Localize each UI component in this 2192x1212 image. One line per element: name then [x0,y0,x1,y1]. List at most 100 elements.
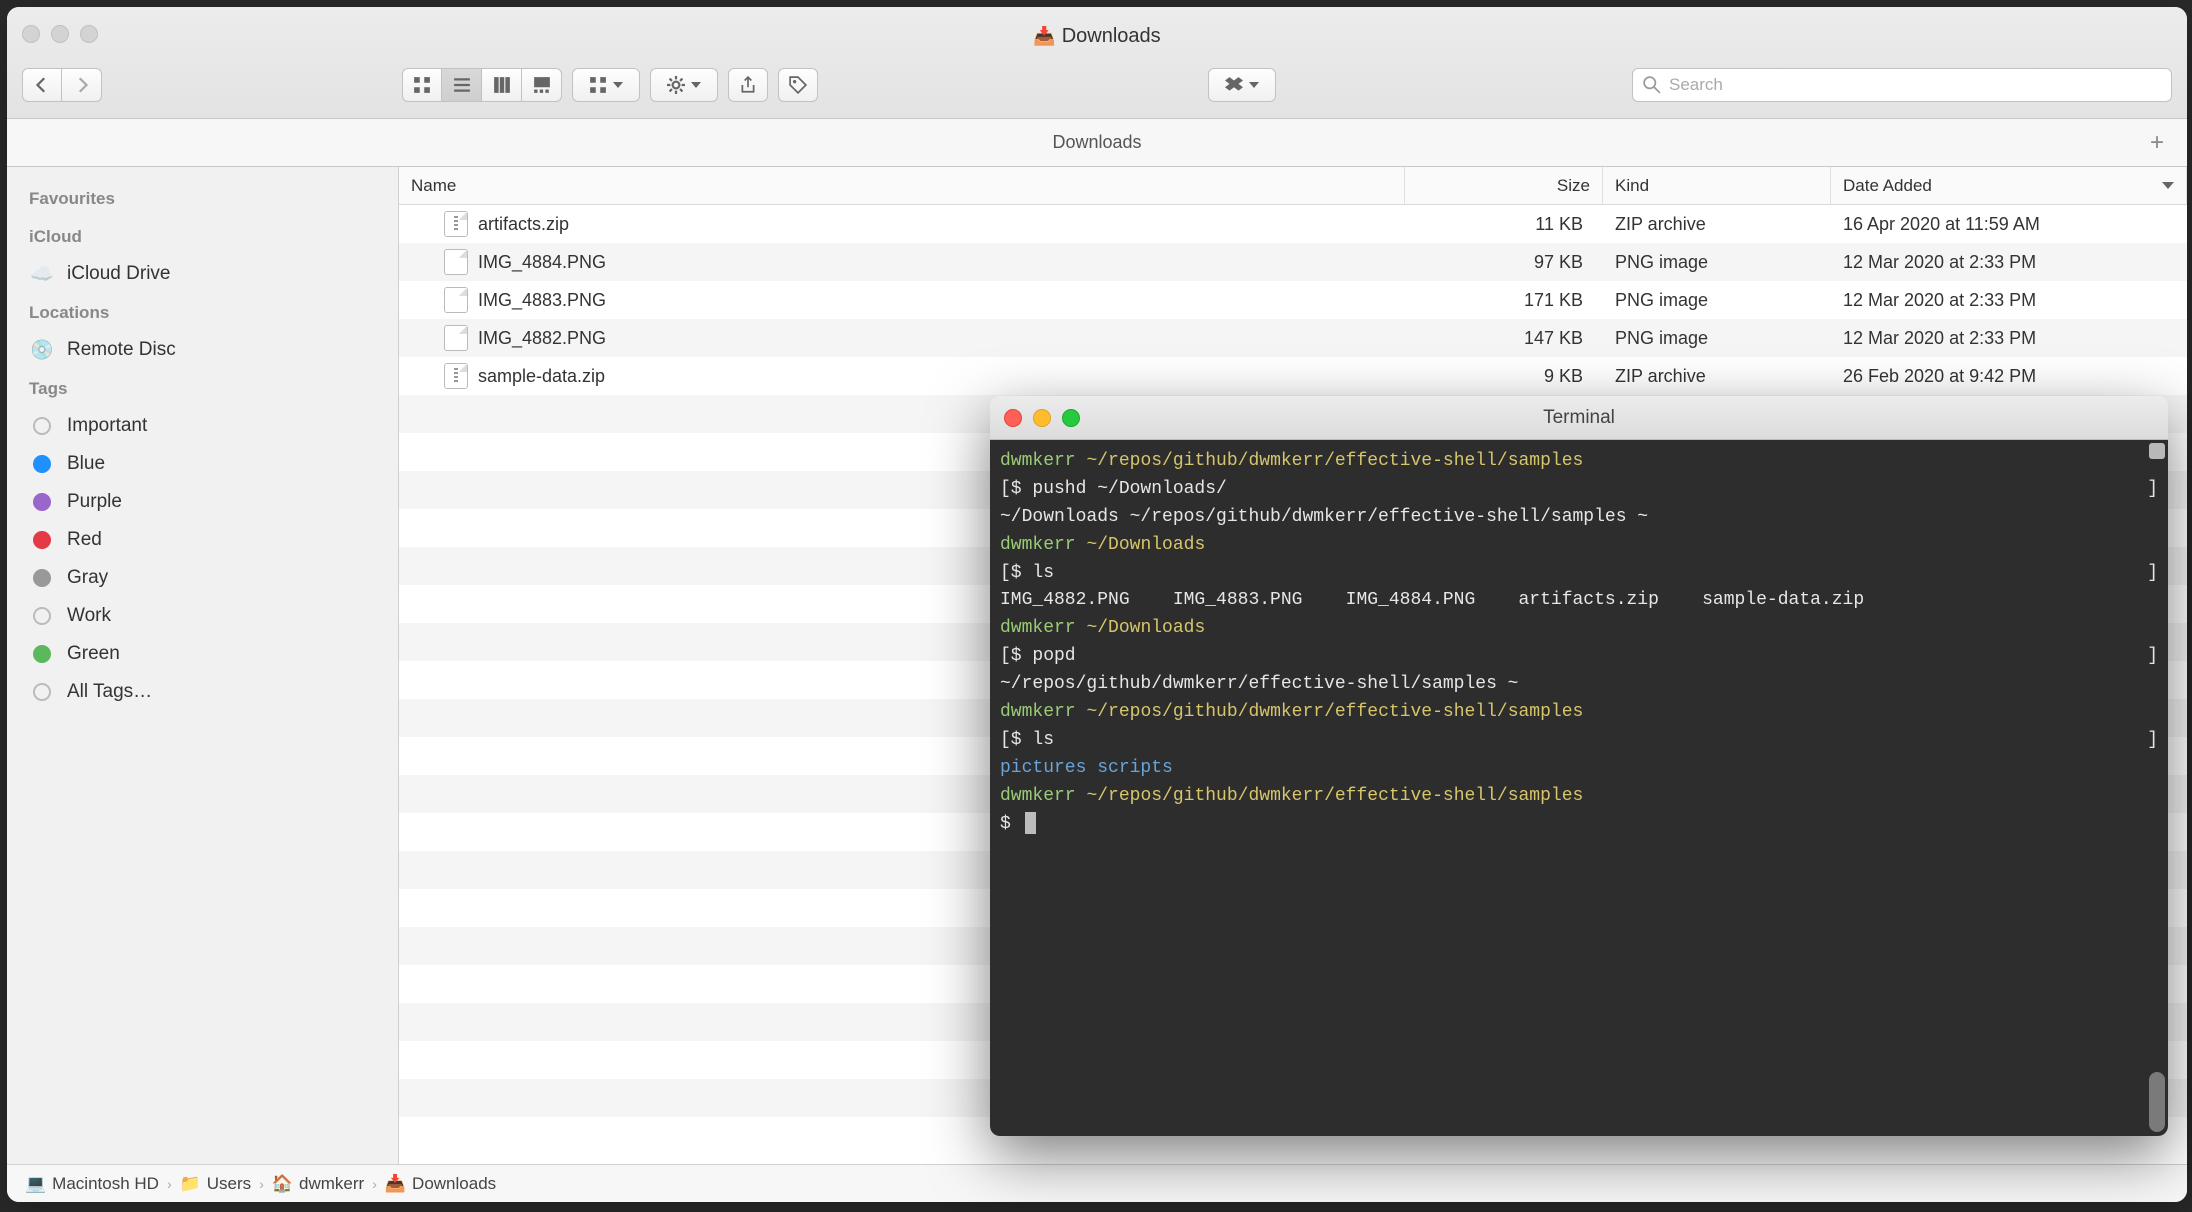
term-user: dwmkerr [1000,702,1076,722]
terminal-corner-handle [2149,443,2165,459]
file-date: 12 Mar 2020 at 2:33 PM [1831,290,2187,311]
term-user: dwmkerr [1000,535,1076,555]
minimize-button[interactable] [51,25,69,43]
sidebar-item-tag-all[interactable]: All Tags… [7,673,398,711]
column-kind[interactable]: Kind [1603,167,1831,204]
file-icon [444,363,468,389]
close-button[interactable] [22,25,40,43]
folder-icon: 📥 [385,1174,406,1194]
sidebar-item-tag-blue[interactable]: Blue [7,445,398,483]
view-icon-button[interactable] [402,68,442,102]
path-item[interactable]: 📁Users [180,1174,252,1194]
path-item[interactable]: 📥Downloads [385,1174,496,1194]
sidebar-item-tag-work[interactable]: Work [7,597,398,635]
sidebar-item-remote-disc[interactable]: 💿 Remote Disc [7,331,398,369]
finder-titlebar: 📥Downloads [7,7,2187,119]
tab-bar: Downloads + [7,119,2187,167]
sidebar: Favourites iCloud ☁️ iCloud Drive Locati… [7,167,399,1164]
terminal-window: Terminal dwmkerr ~/repos/github/dwmkerr/… [990,396,2168,1136]
search-icon [1643,76,1661,94]
dropbox-button[interactable] [1208,68,1276,102]
term-user: dwmkerr [1000,618,1076,638]
file-row[interactable]: artifacts.zip 11 KB ZIP archive 16 Apr 2… [399,205,2187,243]
terminal-body[interactable]: dwmkerr ~/repos/github/dwmkerr/effective… [990,440,2168,1136]
tag-dot-icon [29,641,55,667]
search-box[interactable] [1632,68,2172,102]
term-path: ~/repos/github/dwmkerr/effective-shell/s… [1086,786,1583,806]
tag-dot-icon [29,679,55,705]
term-minimize-button[interactable] [1033,409,1051,427]
sidebar-item-label: All Tags… [67,681,152,703]
file-row[interactable]: IMG_4883.PNG 171 KB PNG image 12 Mar 202… [399,281,2187,319]
term-zoom-button[interactable] [1062,409,1080,427]
file-row[interactable]: sample-data.zip 9 KB ZIP archive 26 Feb … [399,357,2187,395]
sidebar-item-tag-purple[interactable]: Purple [7,483,398,521]
sidebar-item-tag-green[interactable]: Green [7,635,398,673]
sidebar-item-label: Work [67,605,111,627]
column-size[interactable]: Size [1405,167,1603,204]
view-column-button[interactable] [482,68,522,102]
file-name: IMG_4883.PNG [478,290,606,311]
view-gallery-button[interactable] [522,68,562,102]
sidebar-item-label: Red [67,529,102,551]
folder-icon: 📁 [180,1174,201,1194]
file-row[interactable]: IMG_4884.PNG 97 KB PNG image 12 Mar 2020… [399,243,2187,281]
file-size: 11 KB [1405,214,1603,235]
zoom-button[interactable] [80,25,98,43]
edit-tags-button[interactable] [778,68,818,102]
finder-traffic-lights [22,25,98,43]
file-name: sample-data.zip [478,366,605,387]
sidebar-item-label: Important [67,415,147,437]
term-cmd-ls: ls [1032,730,1054,750]
column-name[interactable]: Name [399,167,1405,204]
action-button[interactable] [650,68,718,102]
icloud-heading: iCloud [7,217,398,255]
sidebar-item-icloud-drive[interactable]: ☁️ iCloud Drive [7,255,398,293]
share-button[interactable] [728,68,768,102]
search-input[interactable] [1669,75,2161,95]
back-button[interactable] [22,68,62,102]
file-size: 147 KB [1405,328,1603,349]
tab-title[interactable]: Downloads [1052,132,1141,153]
term-cmd-ls: ls [1032,563,1054,583]
terminal-title: Terminal [990,407,2168,429]
file-date: 12 Mar 2020 at 2:33 PM [1831,252,2187,273]
sidebar-item-label: Green [67,643,120,665]
file-kind: ZIP archive [1603,366,1831,387]
term-close-button[interactable] [1004,409,1022,427]
term-output: ~/repos/github/dwmkerr/effective-shell/s… [1000,674,1518,694]
terminal-scrollbar[interactable] [2149,1072,2165,1132]
path-label: Macintosh HD [52,1174,159,1194]
sort-caret-icon [2162,182,2174,189]
sidebar-item-tag-gray[interactable]: Gray [7,559,398,597]
term-path: ~/repos/github/dwmkerr/effective-shell/s… [1086,451,1583,471]
view-list-button[interactable] [442,68,482,102]
term-output: IMG_4882.PNG IMG_4883.PNG IMG_4884.PNG a… [1000,590,1864,610]
sidebar-item-label: Purple [67,491,122,513]
file-row[interactable]: IMG_4882.PNG 147 KB PNG image 12 Mar 202… [399,319,2187,357]
sidebar-item-label: Gray [67,567,108,589]
window-title: 📥Downloads [7,7,2187,48]
file-kind: ZIP archive [1603,214,1831,235]
term-cmd-popd: popd [1032,646,1075,666]
path-item[interactable]: 🏠dwmkerr [272,1174,364,1194]
file-size: 97 KB [1405,252,1603,273]
view-buttons [402,68,562,102]
sidebar-item-tag-important[interactable]: Important [7,407,398,445]
tag-dot-icon [29,527,55,553]
tag-dot-icon [29,451,55,477]
tag-dot-icon [29,603,55,629]
add-tab-button[interactable]: + [2139,125,2175,161]
file-icon [444,287,468,313]
forward-button[interactable] [62,68,102,102]
toolbar [22,61,2172,109]
term-cmd-pushd: pushd ~/Downloads/ [1032,479,1226,499]
path-item[interactable]: 💻Macintosh HD [25,1174,159,1194]
file-date: 12 Mar 2020 at 2:33 PM [1831,328,2187,349]
sidebar-item-tag-red[interactable]: Red [7,521,398,559]
file-name: IMG_4882.PNG [478,328,606,349]
group-button[interactable] [572,68,640,102]
folder-icon: 🏠 [272,1174,293,1194]
column-date[interactable]: Date Added [1831,167,2187,204]
path-bar: 💻Macintosh HD›📁Users›🏠dwmkerr›📥Downloads [7,1164,2187,1202]
